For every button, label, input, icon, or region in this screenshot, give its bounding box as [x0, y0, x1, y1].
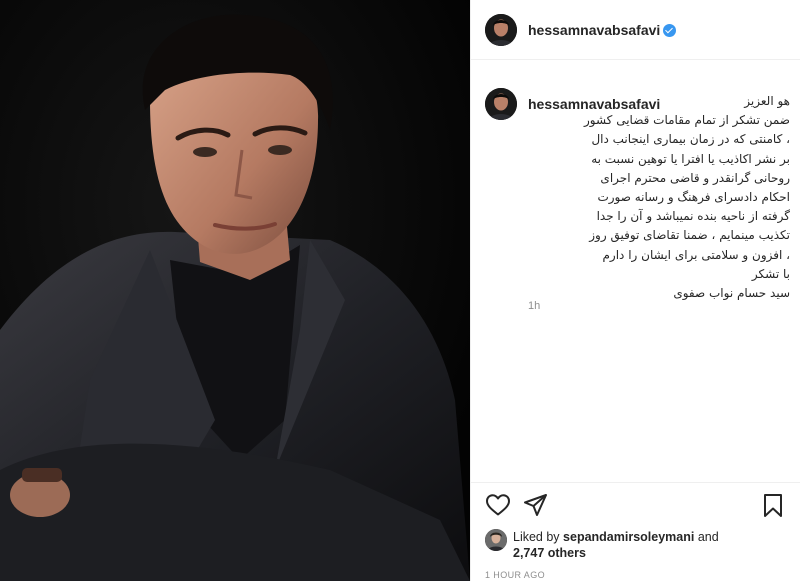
verified-badge-icon [663, 24, 677, 37]
caption-line: ، افزون و سلامتی برای ایشان را دارم [602, 247, 791, 262]
post-sidebar: hessamnavabsafavi hessamnavabsafavi هو ا… [470, 0, 800, 581]
post-timestamp[interactable]: 1 HOUR AGO [485, 570, 545, 580]
likes-prefix: Liked by [513, 530, 560, 544]
caption-line: ، کامنتی که در زمان بیماری اینجانب دال [591, 132, 790, 147]
caption-line: احکام دادسرای فرهنگ و رسانه صورت [597, 190, 790, 205]
caption-time-ago[interactable]: 1h [528, 300, 540, 312]
likes-summary: Liked by sepandamirsoleymani and 2,747 o… [513, 529, 793, 561]
caption-line: ضمن تشکر از تمام مقامات قضایی کشور [583, 113, 790, 128]
share-icon[interactable] [523, 493, 551, 519]
caption-line: بر نشر اکاذیب یا افترا یا توهین نسبت به [591, 151, 790, 166]
caption-line: با تشکر [751, 266, 790, 281]
heart-icon[interactable] [485, 493, 513, 519]
liker-avatar[interactable] [485, 529, 507, 551]
likes-joiner: and [697, 530, 719, 544]
caption-avatar[interactable] [485, 88, 517, 120]
likes-others-count[interactable]: 2,747 others [513, 546, 586, 560]
post-header: hessamnavabsafavi [471, 0, 800, 60]
caption-line: تکذیب مینمایم ، ضمنا تقاضای توفیق روز [589, 228, 790, 243]
action-bar [471, 482, 800, 526]
caption-line: سید حسام نواب صفوی [673, 286, 790, 301]
likes-section: Liked by sepandamirsoleymani and 2,747 o… [471, 525, 800, 565]
portrait-image [0, 0, 470, 581]
caption-text: هو العزیز ضمن تشکر از تمام مقامات قضایی … [528, 92, 790, 303]
author-avatar[interactable] [485, 14, 517, 46]
liker-username[interactable]: sepandamirsoleymani [563, 530, 694, 544]
caption-line: گرفته از ناحیه بنده نمیباشد و آن را جدا [596, 209, 790, 224]
post-photo[interactable] [0, 0, 470, 581]
bookmark-icon[interactable] [761, 493, 789, 519]
caption-line: هو العزیز [744, 94, 790, 108]
author-username[interactable]: hessamnavabsafavi [528, 22, 677, 38]
caption-line: روحانی گرانقدر و قاضی محترم اجرای [600, 170, 790, 185]
